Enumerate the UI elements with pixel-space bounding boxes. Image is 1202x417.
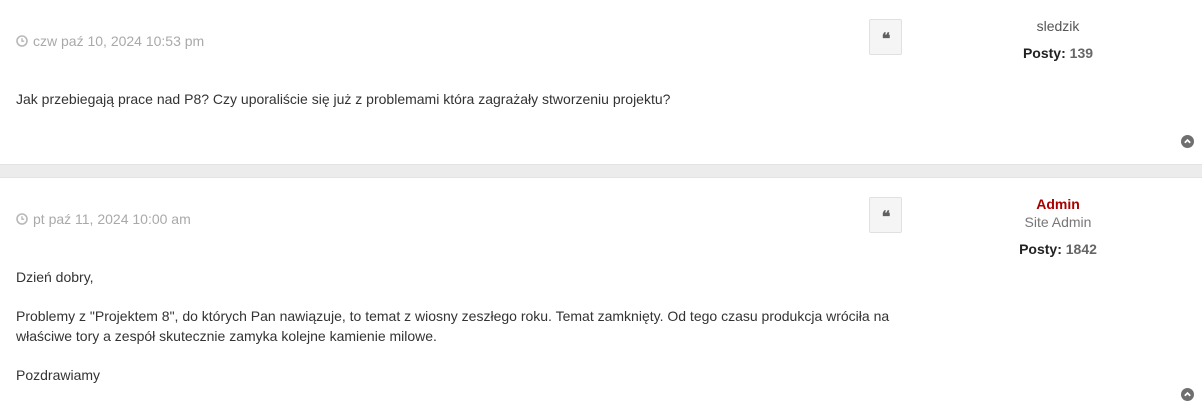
quote-icon: ❝ [881, 207, 891, 226]
clock-icon [16, 35, 28, 47]
post-content: Dzień dobry, Problemy z "Projektem 8", d… [16, 268, 896, 385]
post-date-text: pt paź 11, 2024 10:00 am [33, 211, 191, 227]
quote-button[interactable]: ❝ [869, 19, 902, 55]
post-paragraph: Dzień dobry, [16, 269, 94, 285]
post-profile: Admin Site Admin Posty: 1842 [958, 195, 1158, 258]
username-link[interactable]: Admin [958, 195, 1158, 213]
post: czw paź 10, 2024 10:53 pm ❝ sledzik Post… [0, 0, 1202, 165]
posts-label: Posty: [1019, 241, 1062, 257]
post: pt paź 11, 2024 10:00 am ❝ Admin Site Ad… [0, 177, 1202, 417]
chevron-up-circle-icon[interactable] [1181, 135, 1194, 148]
post-date: pt paź 11, 2024 10:00 am [16, 211, 191, 227]
chevron-up-circle-icon[interactable] [1181, 388, 1194, 401]
post-paragraph: Problemy z "Projektem 8", do których Pan… [16, 308, 890, 344]
post-date: czw paź 10, 2024 10:53 pm [16, 33, 204, 49]
post-content: Jak przebiegają prace nad P8? Czy uporal… [16, 90, 896, 110]
post-count: Posty: 139 [958, 44, 1158, 62]
posts-count-link[interactable]: 1842 [1066, 241, 1097, 257]
post-count: Posty: 1842 [958, 240, 1158, 258]
post-paragraph: Jak przebiegają prace nad P8? Czy uporal… [16, 91, 671, 107]
username-link[interactable]: sledzik [958, 17, 1158, 35]
post-date-text: czw paź 10, 2024 10:53 pm [33, 33, 205, 49]
quote-icon: ❝ [881, 29, 891, 48]
posts-label: Posty: [1022, 45, 1066, 61]
quote-button[interactable]: ❝ [869, 197, 902, 233]
user-rank: Site Admin [1024, 214, 1092, 230]
posts-count-link[interactable]: 139 [1070, 45, 1093, 61]
clock-icon [16, 213, 28, 225]
post-paragraph: Pozdrawiamy [16, 366, 101, 383]
post-profile: sledzik Posty: 139 [958, 17, 1158, 62]
